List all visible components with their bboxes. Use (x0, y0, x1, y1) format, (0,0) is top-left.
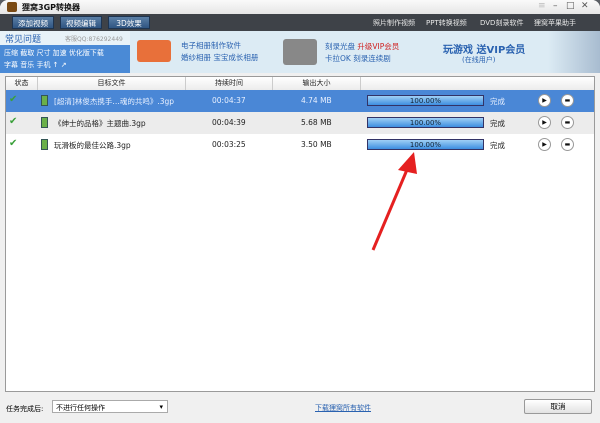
after-task-label: 任务完成后: (6, 405, 44, 413)
download-all-link[interactable]: 下载狸窝所有软件 (315, 403, 371, 413)
red-arrow-annotation (371, 152, 417, 251)
after-task-select[interactable]: 不进行任何操作 ▾ (52, 400, 168, 413)
cancel-button[interactable]: 取消 (524, 399, 592, 414)
app-window: 狸窝3GP转换器 ≡ – □ ✕ 添加视频 视频编辑 3D效果 照片制作视频 P… (0, 0, 600, 423)
chevron-down-icon: ▾ (159, 403, 163, 411)
bottom-bar: 任务完成后: 不进行任何操作 ▾ 下载狸窝所有软件 取消 (0, 393, 600, 423)
after-task-value: 不进行任何操作 (56, 404, 105, 412)
